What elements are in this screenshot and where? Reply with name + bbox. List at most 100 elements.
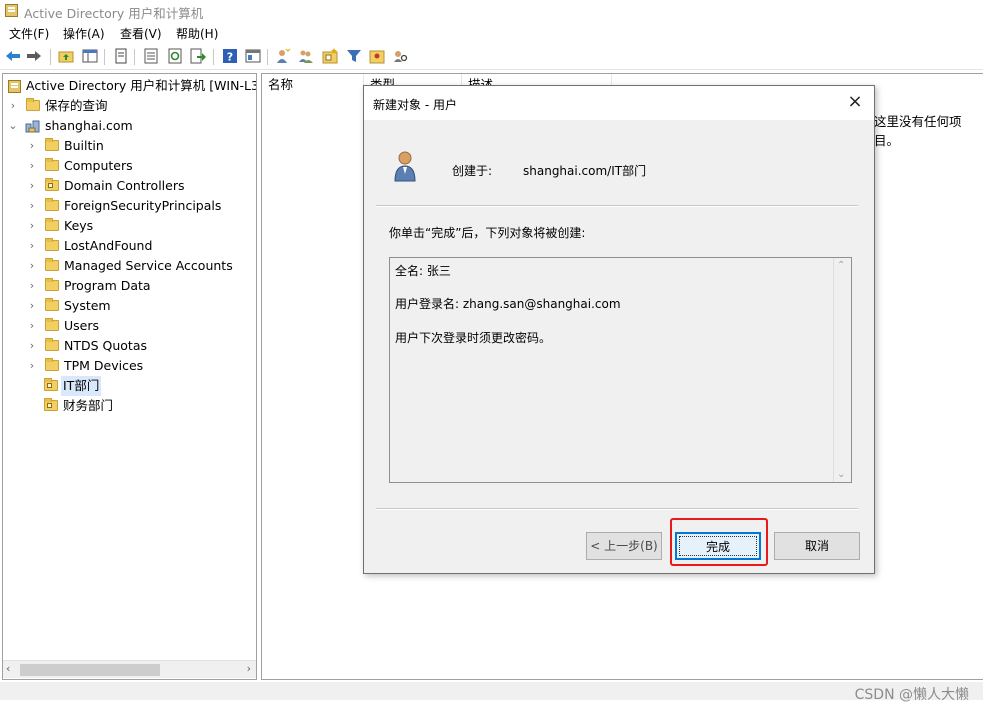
tree-item-label: IT部门 <box>61 376 102 396</box>
window-titlebar: Active Directory 用户和计算机 <box>0 0 983 22</box>
toolbar-separator <box>50 49 51 65</box>
tree-item-label: LostAndFound <box>64 238 153 253</box>
export-icon[interactable] <box>190 48 206 64</box>
scroll-up-icon[interactable]: ⌃ <box>837 260 845 271</box>
tree-item-saved-queries[interactable]: › 保存的查询 <box>3 96 253 116</box>
tree-item-label: Computers <box>64 158 133 173</box>
properties-icon[interactable] <box>143 48 159 64</box>
tree-item-container[interactable]: › ForeignSecurityPrincipals <box>3 196 253 216</box>
refresh-icon[interactable] <box>167 48 183 64</box>
scrollbar-thumb[interactable] <box>20 664 160 676</box>
toolbar-separator <box>267 49 268 65</box>
new-user-dialog: 新建对象 - 用户 × 创建于: shanghai.com/IT部门 你单击“完… <box>363 85 875 574</box>
tree-item-container[interactable]: › Keys <box>3 216 253 236</box>
scroll-right-icon[interactable]: › <box>247 662 251 675</box>
show-tree-icon[interactable] <box>82 48 98 64</box>
ou-folder-icon <box>44 378 58 391</box>
help-icon[interactable]: ? <box>222 48 238 64</box>
chevron-down-icon[interactable]: ⌄ <box>8 116 18 136</box>
console-icon[interactable] <box>245 48 261 64</box>
tree-item-container[interactable]: › LostAndFound <box>3 236 253 256</box>
tree-item-container[interactable]: › System <box>3 296 253 316</box>
status-bar: CSDN @懒人大懒 <box>0 682 983 703</box>
folder-icon <box>26 98 40 111</box>
divider <box>376 205 858 207</box>
tree-item-container[interactable]: › NTDS Quotas <box>3 336 253 356</box>
chevron-right-icon[interactable]: › <box>27 296 37 316</box>
tree-item-container[interactable]: › TPM Devices <box>3 356 253 376</box>
summary-scrollbar[interactable]: ⌃ ⌄ <box>833 258 851 482</box>
tree-root-label: Active Directory 用户和计算机 [WIN-L3T <box>26 78 257 93</box>
window-title: Active Directory 用户和计算机 <box>24 6 204 21</box>
toolbar-separator <box>134 49 135 65</box>
tree-item-label: NTDS Quotas <box>64 338 148 353</box>
menu-help[interactable]: 帮助(H) <box>176 25 218 42</box>
cancel-button[interactable]: 取消 <box>774 532 860 560</box>
chevron-right-icon[interactable]: › <box>8 96 18 116</box>
tree-item-container[interactable]: › Users <box>3 316 253 336</box>
new-group-icon[interactable] <box>298 48 314 64</box>
chevron-right-icon[interactable]: › <box>27 356 37 376</box>
annotation-highlight-box <box>670 518 768 566</box>
menu-action[interactable]: 操作(A) <box>63 25 105 42</box>
column-header-name[interactable]: 名称 <box>262 74 364 96</box>
forward-arrow-icon[interactable] <box>26 48 42 64</box>
close-icon[interactable]: × <box>844 91 866 113</box>
find-icon[interactable] <box>392 48 408 64</box>
tree-item-domain[interactable]: ⌄ shanghai.com <box>3 116 253 136</box>
tree-item-container[interactable]: › Program Data <box>3 276 253 296</box>
watermark: CSDN @懒人大懒 <box>854 687 969 703</box>
tree-item-container[interactable]: › Managed Service Accounts <box>3 256 253 276</box>
back-arrow-icon[interactable] <box>5 48 21 64</box>
tree-item-container[interactable]: › Builtin <box>3 136 253 156</box>
tree-item-label: Users <box>64 318 100 333</box>
summary-line: 用户登录名: zhang.san@shanghai.com <box>395 297 621 311</box>
tree-item-container[interactable]: › Domain Controllers <box>3 176 253 196</box>
tree-item-label: 财务部门 <box>63 398 114 413</box>
summary-textbox[interactable]: 全名: 张三 用户登录名: zhang.san@shanghai.com 用户下… <box>389 257 852 483</box>
folder-icon <box>45 318 59 331</box>
chevron-right-icon[interactable]: › <box>27 336 37 356</box>
chevron-right-icon[interactable]: › <box>27 256 37 276</box>
ou-folder-icon <box>45 178 59 191</box>
chevron-right-icon[interactable]: › <box>27 196 37 216</box>
summary-line: 全名: 张三 <box>395 264 451 278</box>
folder-icon <box>45 238 59 251</box>
add-to-group-icon[interactable] <box>369 48 385 64</box>
folder-icon <box>45 158 59 171</box>
chevron-right-icon[interactable]: › <box>27 316 37 336</box>
folder-icon <box>45 278 59 291</box>
console-tree: Active Directory 用户和计算机 [WIN-L3T › 保存的查询… <box>2 73 257 680</box>
filter-icon[interactable] <box>346 48 362 64</box>
tree-item-container[interactable]: › Computers <box>3 156 253 176</box>
chevron-right-icon[interactable]: › <box>27 136 37 156</box>
tree-item-label: TPM Devices <box>64 358 144 373</box>
chevron-right-icon[interactable]: › <box>27 276 37 296</box>
tree-item-label: shanghai.com <box>45 118 133 133</box>
app-icon <box>5 4 18 17</box>
tree-item-label: Builtin <box>64 138 104 153</box>
menu-file[interactable]: 文件(F) <box>9 25 49 42</box>
folder-icon <box>45 138 59 151</box>
tree-item-label: Managed Service Accounts <box>64 258 233 273</box>
user-icon <box>394 151 416 182</box>
tree-item-label: System <box>64 298 111 313</box>
chevron-right-icon[interactable]: › <box>27 156 37 176</box>
back-button[interactable]: < 上一步(B) <box>586 532 662 560</box>
chevron-right-icon[interactable]: › <box>27 236 37 256</box>
new-user-icon[interactable] <box>275 48 291 64</box>
ou-folder-icon <box>44 398 58 411</box>
scroll-down-icon[interactable]: ⌄ <box>837 469 845 480</box>
chevron-right-icon[interactable]: › <box>27 176 37 196</box>
tree-horizontal-scrollbar[interactable]: ‹ › <box>3 660 256 678</box>
summary-line: 用户下次登录时须更改密码。 <box>395 331 552 345</box>
folder-icon <box>45 218 59 231</box>
folder-icon <box>45 298 59 311</box>
copy-icon[interactable] <box>113 48 129 64</box>
up-folder-icon[interactable] <box>58 48 74 64</box>
chevron-right-icon[interactable]: › <box>27 216 37 236</box>
dialog-title: 新建对象 - 用户 <box>373 98 457 112</box>
scroll-left-icon[interactable]: ‹ <box>6 662 10 675</box>
new-ou-icon[interactable] <box>322 48 338 64</box>
menu-view[interactable]: 查看(V) <box>120 25 162 42</box>
